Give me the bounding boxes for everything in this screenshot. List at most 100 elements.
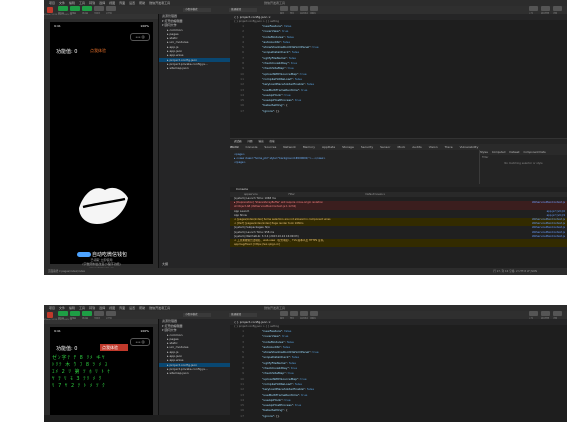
menu-item-2[interactable]: 视图 [109,306,115,310]
devtools-sub-tab[interactable]: Storage [342,145,354,149]
console-filter-input[interactable]: Filter [288,193,294,196]
toolbar-action-button[interactable] [300,6,308,11]
console-row[interactable]: appmsg/fixed: [https://wx.qlogo.cn] [230,243,567,248]
toolbar-right-button[interactable] [541,6,550,11]
menu-item[interactable]: 微信开发者工具 [149,1,170,5]
toolbar-button[interactable] [94,6,104,11]
menu-item-2[interactable]: 设置 [129,306,135,310]
toolbar-button[interactable] [82,6,92,11]
device-selector[interactable]: iPhone 12/13 (Pro) 100% 16 [44,14,158,19]
devtools-sub-tab[interactable]: Audits [412,145,421,149]
devtools-sub-tab[interactable]: Mock [397,145,405,149]
menu-item-2[interactable]: 转到 [89,306,95,310]
explorer-item[interactable]: ▸ sitemap.json [159,66,231,70]
toolbar-action-button-2[interactable] [300,311,308,316]
toolbar-action-button[interactable] [310,6,318,11]
toggle-switch[interactable] [77,252,91,257]
devtools-sub-tab[interactable]: Vulnerability [460,145,479,149]
toolbar-action-button-2[interactable] [280,311,288,316]
styles-filter-input[interactable]: Filter [480,155,567,160]
menu-item-2[interactable]: 项目 [49,306,55,310]
compile-select[interactable]: 普通编译 [229,8,257,12]
toolbar-action-button[interactable] [280,6,288,11]
wxml-node[interactable]: </page> [234,161,479,165]
menu-item[interactable]: 编辑 [69,1,75,5]
toolbar-right-button-2[interactable] [553,311,562,316]
devtools-sub-tab[interactable]: Sensor [380,145,390,149]
menu-item[interactable]: 界面 [119,1,125,5]
console-level-select[interactable]: Default levels ▾ [365,193,384,196]
capsule-menu-button-2[interactable]: ••• ⦿ [130,338,150,346]
code-lines-2[interactable]: 1 "newFeature": false 2 "coverView": true 3 "… [230,329,567,419]
devtools-sub-tab[interactable]: AppData [322,145,335,149]
avatar-2[interactable] [47,312,53,318]
menu-item[interactable]: 选择 [99,1,105,5]
avatar[interactable] [47,7,53,13]
toolbar-button-2[interactable] [82,311,92,316]
score-hint-link-2[interactable]: 点我体验 [102,345,118,351]
menu-item-2[interactable]: 编辑 [69,306,75,310]
score-hint-link[interactable]: 点我体验 [90,48,106,54]
json-key-2: "checkSiteMap" [262,371,286,376]
page-path[interactable]: 页面路径 ▾ pages/index/index [48,270,85,273]
menu-item-2[interactable]: 选择 [99,306,105,310]
devtools-sub-tab[interactable]: Console [246,145,258,149]
code-editor[interactable]: { } project.config.json × { } project.co… [230,14,567,138]
capsule-menu-button[interactable]: ••• ⦿ [130,33,150,41]
compile-select-2[interactable]: 普通编译 [229,313,257,317]
code-line[interactable]: 17 "ignore": [], [230,109,567,114]
debugger-tab[interactable]: 输出 [259,140,264,143]
devtools-sub-tab[interactable]: Trace [445,145,453,149]
menu-item-2[interactable]: 帮助 [139,306,145,310]
toolbar-button[interactable] [70,6,80,11]
toolbar-action-button-2[interactable] [290,311,298,316]
toolbar-button-2[interactable] [70,311,80,316]
toolbar-button-2[interactable] [106,311,116,316]
toolbar-action-button[interactable] [290,6,298,11]
code-editor-2[interactable]: { } project.config.json × { } project.co… [230,319,567,422]
toolbar-right-button-2[interactable] [529,311,538,316]
toolbar-button-2[interactable] [94,311,104,316]
wxml-tree[interactable]: <page> ▸ <view class="home_pbi" style="ba… [234,153,479,183]
debugger-tab[interactable]: 问题 [248,140,253,143]
toolbar-action-button-2[interactable] [310,311,318,316]
lips-logo-icon[interactable] [75,182,130,227]
devtools-sub-tab[interactable]: Wxml [230,145,239,149]
menu-item-2[interactable]: 微信开发者工具 [149,306,170,310]
styles-tab[interactable]: Component Data [524,151,546,154]
mode-select-2[interactable]: 小程序模式 [183,313,211,317]
menu-item[interactable]: 转到 [89,1,95,5]
devtools-sub-tab[interactable]: Security [361,145,373,149]
toolbar-right-button[interactable] [553,6,562,11]
toolbar-button-2[interactable] [58,311,68,316]
menu-item[interactable]: 文件 [59,1,65,5]
menu-item-2[interactable]: 界面 [119,306,125,310]
menu-item[interactable]: 工具 [79,1,85,5]
devtools-sub-tab[interactable]: Network [283,145,296,149]
code-lines[interactable]: 1 "newFeature": false 2 "coverView": true 3 "… [230,24,567,114]
explorer-item-2[interactable]: ▸ sitemap.json [159,371,231,375]
menu-item-2[interactable]: 文件 [59,306,65,310]
styles-tab[interactable]: Styles [480,151,488,154]
device-selector-2[interactable]: iPhone 12/13 (Pro) 100% 16 [44,319,158,324]
outline-section[interactable]: 大纲 [162,262,168,266]
menu-item[interactable]: 项目 [49,1,55,5]
menu-item[interactable]: 视图 [109,1,115,5]
debugger-tab[interactable]: 调试器 [234,140,242,143]
code-line-2[interactable]: 17 "ignore": [], [230,414,567,419]
devtools-sub-tab[interactable]: Sources [264,145,276,149]
debugger-tab[interactable]: 终端 [270,140,275,143]
toolbar-right-button-2[interactable] [541,311,550,316]
toolbar-button[interactable] [106,6,116,11]
menu-item-2[interactable]: 工具 [79,306,85,310]
menu-item[interactable]: 设置 [129,1,135,5]
toolbar-button[interactable] [58,6,68,11]
styles-tab[interactable]: Computed [492,151,505,154]
console-context-select[interactable]: appservice [244,193,258,196]
toolbar-right-button[interactable] [529,6,538,11]
menu-item[interactable]: 帮助 [139,1,145,5]
devtools-sub-tab[interactable]: Vision [429,145,438,149]
mode-select[interactable]: 小程序模式 [183,8,211,12]
styles-tab[interactable]: Dataset [509,151,519,154]
devtools-sub-tab[interactable]: Memory [303,145,315,149]
